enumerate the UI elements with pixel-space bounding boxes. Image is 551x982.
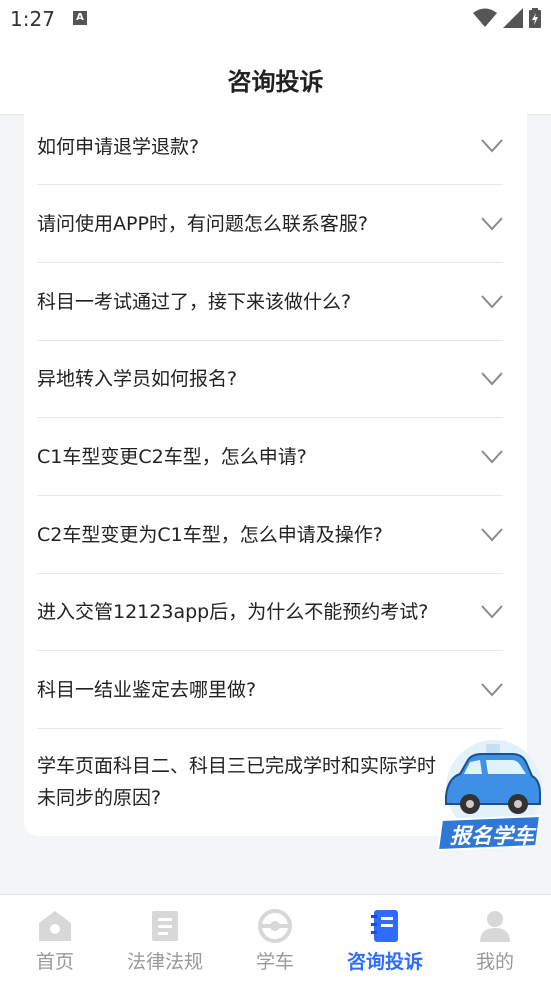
- faq-item[interactable]: 科目一考试通过了，接下来该做什么?: [37, 262, 503, 341]
- chevron-down-icon[interactable]: [481, 683, 503, 697]
- signup-floating-button[interactable]: 报名学车: [436, 734, 544, 852]
- faq-item[interactable]: 学车页面科目二、科目三已完成学时和实际学时未同步的原因?: [37, 728, 503, 836]
- faq-question: 科目一考试通过了，接下来该做什么?: [37, 291, 352, 313]
- home-icon: [39, 911, 71, 941]
- faq-question: 请问使用APP时，有问题怎么联系客服?: [37, 213, 368, 235]
- faq-list: 如何申请退学退款? 请问使用APP时，有问题怎么联系客服? 科目一考试通过了，接…: [24, 114, 527, 836]
- faq-question: 科目一结业鉴定去哪里做?: [37, 679, 257, 701]
- battery-icon: [529, 8, 541, 28]
- chevron-down-icon[interactable]: [481, 139, 503, 153]
- notification-a-icon: A: [73, 11, 87, 25]
- tab-label: 咨询投诉: [346, 951, 423, 973]
- status-time: 1:27: [10, 7, 55, 31]
- tab-home[interactable]: 首页: [0, 895, 110, 982]
- tab-consult[interactable]: 咨询投诉: [330, 895, 440, 982]
- chevron-down-icon[interactable]: [481, 528, 503, 542]
- tab-label: 首页: [35, 951, 74, 973]
- chevron-down-icon[interactable]: [481, 605, 503, 619]
- faq-question: 如何申请退学退款?: [37, 136, 200, 158]
- notebook-icon: [371, 910, 398, 942]
- tab-label: 法律法规: [126, 951, 203, 973]
- status-bar: 1:27 A: [0, 0, 551, 40]
- faq-item[interactable]: 科目一结业鉴定去哪里做?: [37, 650, 503, 729]
- tab-label: 我的: [475, 951, 514, 973]
- chevron-down-icon[interactable]: [481, 295, 503, 309]
- tab-learn[interactable]: 学车: [220, 895, 330, 982]
- faq-item[interactable]: 异地转入学员如何报名?: [37, 340, 503, 418]
- wifi-icon: [473, 8, 497, 27]
- tab-mine[interactable]: 我的: [440, 895, 550, 982]
- signal-icon: [503, 8, 523, 28]
- page-header: 咨询投诉: [0, 40, 551, 115]
- signup-label: 报名学车: [450, 824, 534, 848]
- tab-law[interactable]: 法律法规: [110, 895, 220, 982]
- chevron-down-icon[interactable]: [481, 372, 503, 386]
- tab-label: 学车: [255, 951, 294, 973]
- faq-question: 异地转入学员如何报名?: [37, 368, 238, 390]
- faq-item[interactable]: C1车型变更C2车型，怎么申请?: [37, 417, 503, 496]
- chevron-down-icon[interactable]: [481, 217, 503, 231]
- status-icons: [473, 8, 541, 28]
- faq-question: 进入交管12123app后，为什么不能预约考试?: [37, 601, 429, 623]
- steering-wheel-icon: [258, 909, 292, 943]
- faq-item[interactable]: 请问使用APP时，有问题怎么联系客服?: [37, 184, 503, 263]
- faq-question: C2车型变更为C1车型，怎么申请及操作?: [37, 524, 383, 546]
- law-book-icon: [152, 911, 178, 941]
- faq-item[interactable]: 进入交管12123app后，为什么不能预约考试?: [37, 573, 503, 651]
- faq-question: 学车页面科目二、科目三已完成学时和实际学时未同步的原因?: [37, 755, 437, 809]
- faq-item[interactable]: C2车型变更为C1车型，怎么申请及操作?: [37, 495, 503, 574]
- page-title: 咨询投诉: [227, 68, 324, 96]
- user-icon: [480, 911, 510, 942]
- chevron-down-icon[interactable]: [481, 450, 503, 464]
- faq-item[interactable]: 如何申请退学退款?: [37, 114, 503, 185]
- bottom-tab-bar: 首页 法律法规 学车 咨询投诉 我的: [0, 894, 551, 982]
- faq-question: C1车型变更C2车型，怎么申请?: [37, 446, 307, 468]
